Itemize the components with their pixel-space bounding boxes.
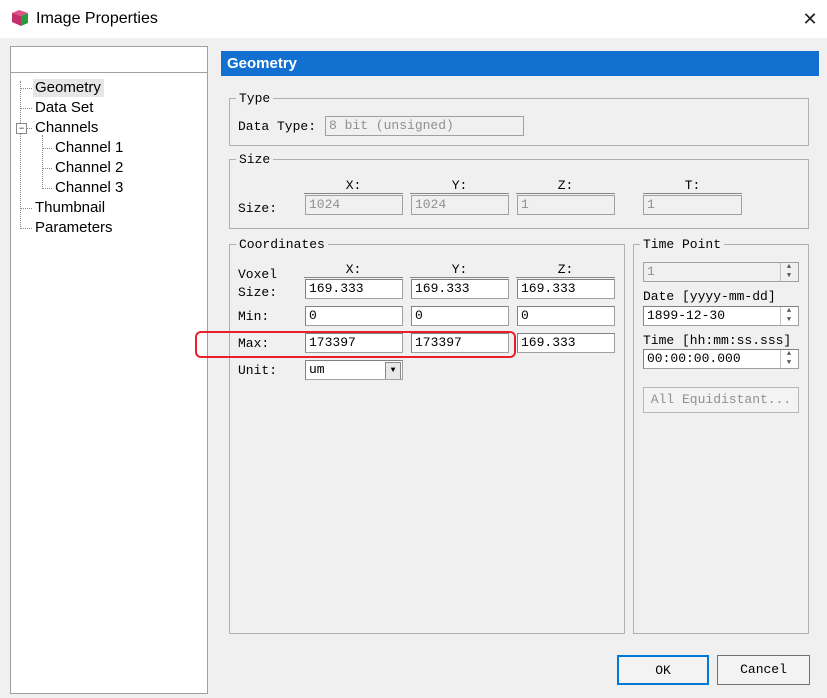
coordinates-group: [229, 244, 625, 634]
coord-z-column-label: Z:: [516, 262, 615, 278]
tree-item-geometry[interactable]: Geometry: [33, 79, 104, 97]
min-y-input[interactable]: 0: [411, 306, 509, 326]
size-x-field: 1024: [305, 195, 403, 215]
max-z-input[interactable]: 169.333: [517, 333, 615, 353]
navigation-tree: − Geometry Data Set Channels Channel 1 C…: [10, 46, 208, 694]
voxel-z-input[interactable]: 169.333: [517, 279, 615, 299]
size-y-field: 1024: [411, 195, 509, 215]
tree-item-channel-2[interactable]: Channel 2: [55, 159, 123, 176]
tree-connector: [20, 228, 32, 229]
section-header: Geometry: [221, 51, 819, 76]
min-z-input[interactable]: 0: [517, 306, 615, 326]
tree-item-channels[interactable]: Channels: [35, 119, 98, 136]
tree-connector: [42, 135, 43, 189]
coord-y-column-label: Y:: [410, 262, 509, 278]
time-spinner[interactable]: 00:00:00.000 ▲ ▼: [643, 349, 799, 369]
unit-select-value: um: [309, 362, 325, 377]
tree-connector: [42, 148, 52, 149]
spinner-arrows-icon[interactable]: ▲ ▼: [780, 350, 797, 368]
tree-connector: [42, 188, 52, 189]
chevron-down-icon[interactable]: ▼: [385, 362, 401, 379]
data-type-label: Data Type:: [238, 119, 317, 134]
size-x-column-label: X:: [304, 178, 403, 194]
tree-item-channel-3[interactable]: Channel 3: [55, 179, 123, 196]
spinner-arrows-icon[interactable]: ▲ ▼: [780, 263, 797, 281]
spinner-arrows-icon[interactable]: ▲ ▼: [780, 307, 797, 325]
time-label: Time [hh:mm:ss.sss]: [643, 333, 792, 348]
size-z-column-label: Z:: [516, 178, 615, 194]
voxel-y-input[interactable]: 169.333: [411, 279, 509, 299]
unit-select[interactable]: um ▼: [305, 360, 403, 380]
tree-connector: [42, 168, 52, 169]
size-z-field: 1: [517, 195, 615, 215]
tree-connector: [20, 81, 21, 229]
size-y-column-label: Y:: [410, 178, 509, 194]
tree-divider: [11, 72, 207, 73]
size-t-field: 1: [643, 195, 742, 215]
time-point-spinner[interactable]: 1 ▲ ▼: [643, 262, 799, 282]
max-row-highlight: [195, 331, 516, 358]
tree-item-data-set[interactable]: Data Set: [35, 99, 93, 116]
window-title: Image Properties: [36, 10, 158, 27]
type-group-title: Type: [236, 91, 274, 106]
tree-connector: [20, 208, 32, 209]
close-icon[interactable]: ✕: [797, 6, 823, 32]
size-t-column-label: T:: [643, 178, 742, 194]
size-group: [229, 159, 809, 229]
unit-label: Unit:: [238, 363, 278, 378]
voxel-label: Voxel: [238, 267, 278, 282]
date-label: Date [yyyy-mm-dd]: [643, 289, 776, 304]
app-icon: [12, 10, 28, 26]
min-x-input[interactable]: 0: [305, 306, 403, 326]
voxel-size-label: Size:: [238, 285, 278, 300]
coordinates-group-title: Coordinates: [236, 237, 328, 252]
date-spinner[interactable]: 1899-12-30 ▲ ▼: [643, 306, 799, 326]
tree-item-thumbnail[interactable]: Thumbnail: [35, 199, 105, 216]
cancel-button[interactable]: Cancel: [717, 655, 810, 685]
coord-x-column-label: X:: [304, 262, 403, 278]
date-value: 1899-12-30: [647, 308, 726, 323]
tree-item-parameters[interactable]: Parameters: [35, 219, 113, 236]
collapse-icon[interactable]: −: [16, 123, 27, 134]
tree-connector: [20, 108, 32, 109]
tree-item-channel-1[interactable]: Channel 1: [55, 139, 123, 156]
all-equidistant-button[interactable]: All Equidistant...: [643, 387, 799, 413]
title-bar: Image Properties ✕: [0, 0, 827, 38]
min-label: Min:: [238, 309, 270, 324]
size-label: Size:: [238, 201, 278, 216]
voxel-x-input[interactable]: 169.333: [305, 279, 403, 299]
data-type-field: 8 bit (unsigned): [325, 116, 524, 136]
time-point-group-title: Time Point: [640, 237, 725, 252]
size-group-title: Size: [236, 152, 274, 167]
tree-connector: [20, 88, 32, 89]
time-point-value: 1: [647, 264, 655, 279]
ok-button[interactable]: OK: [617, 655, 709, 685]
time-value: 00:00:00.000: [647, 351, 741, 366]
